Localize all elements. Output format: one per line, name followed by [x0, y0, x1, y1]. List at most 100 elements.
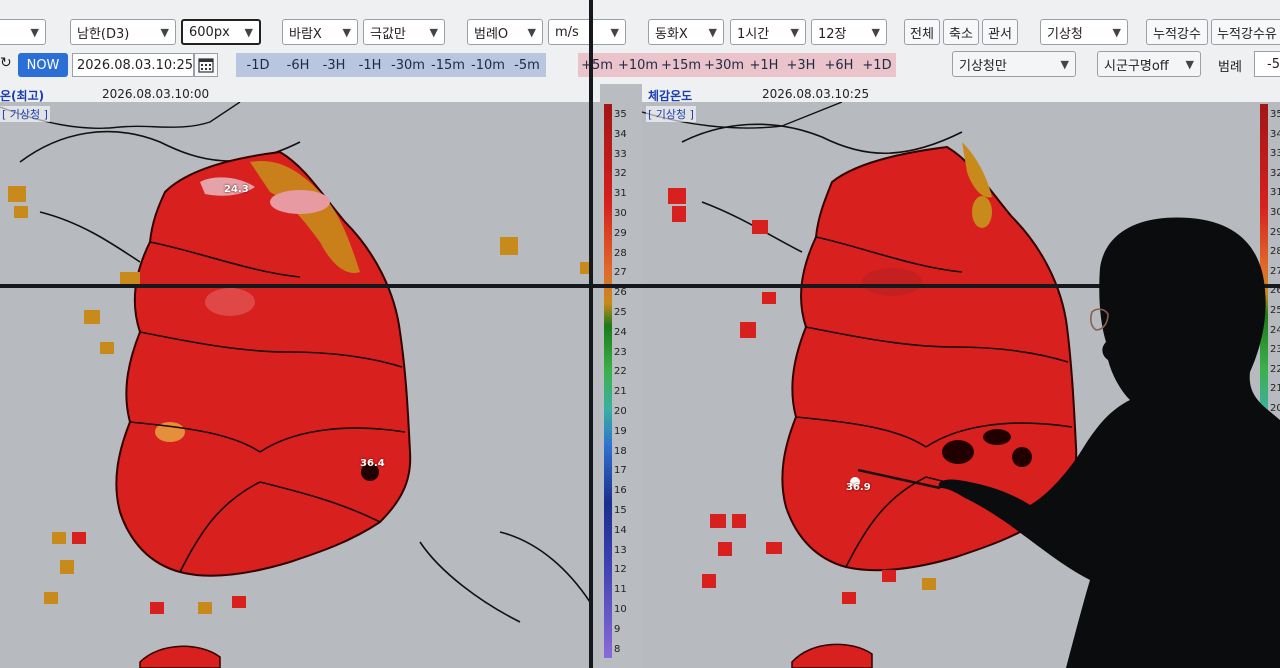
- legend-tick: 27: [614, 267, 627, 279]
- time-step-forward-2[interactable]: +15m: [660, 53, 702, 77]
- top-toolbar: ▼ 남한(D3) ▼ 600px ▼ 바람X ▼ 극값만 ▼ 범례O ▼ m/s ▼ 동화X…: [0, 0, 1280, 48]
- chevron-down-icon: ▼: [610, 25, 619, 39]
- chevron-down-icon: ▼: [871, 25, 880, 39]
- sync-select[interactable]: 동화X ▼: [648, 19, 724, 45]
- legend-tick: 25: [614, 307, 627, 318]
- legend-tick: 30: [1270, 207, 1280, 218]
- left-panel-title: 온(최고): [0, 89, 45, 103]
- size-select[interactable]: 600px ▼: [181, 19, 261, 45]
- station-value-max-right: 36.9: [846, 482, 871, 493]
- legend-tick: 35: [614, 109, 627, 120]
- legend-tick: 35: [1270, 109, 1280, 120]
- time-step-back-7[interactable]: -5m: [508, 53, 546, 77]
- time-step-forward-1[interactable]: +10m: [616, 53, 660, 77]
- chevron-down-icon: ▼: [790, 25, 799, 39]
- district-select[interactable]: 시군구명off ▼: [1097, 51, 1201, 77]
- calendar-icon[interactable]: [194, 53, 218, 77]
- time-step-forward-3[interactable]: +30m: [702, 53, 746, 77]
- chevron-down-icon: ▼: [1185, 57, 1194, 71]
- refresh-icon[interactable]: ↻: [0, 55, 12, 71]
- time-step-forward-6[interactable]: +6H: [820, 53, 858, 77]
- legend-tick: 24: [1270, 324, 1280, 336]
- time-step-back-0[interactable]: -1D: [236, 53, 280, 77]
- map-panel-max-temp: 온(최고) 2026.08.03.10:00 [ 기상청 ] C 24.3 36…: [0, 84, 600, 668]
- legend-tick: 9: [614, 623, 621, 635]
- time-step-back-1[interactable]: -6H: [280, 53, 316, 77]
- wind-select[interactable]: 바람X ▼: [282, 19, 358, 45]
- right-panel-time: 2026.08.03.10:25: [762, 87, 870, 101]
- time-step-back-3[interactable]: -1H: [352, 53, 388, 77]
- legend-tick: 8: [614, 643, 621, 655]
- map-panel-feels-like: 체감온도 2026.08.03.10:25 [ 기상청 ] 36.9: [642, 84, 1280, 668]
- chevron-down-icon: ▼: [30, 25, 39, 39]
- time-step-forward-7[interactable]: +1D: [858, 53, 896, 77]
- legend-tick: 19: [614, 425, 627, 437]
- chevron-down-icon: ▼: [708, 25, 717, 39]
- heat-map-right: [642, 101, 1173, 668]
- minus-time-steps: -1D -6H -3H -1H -30m -15m -10m -5m: [236, 53, 546, 77]
- legend-tick: 10: [614, 604, 627, 615]
- time-step-forward-4[interactable]: +1H: [746, 53, 782, 77]
- legend-tick: 24: [614, 326, 627, 338]
- legend-tick: 22: [614, 366, 627, 378]
- count-select[interactable]: 12장 ▼: [811, 19, 887, 45]
- legend-tick: 29: [1270, 226, 1280, 238]
- legend-tick: 30: [614, 208, 627, 219]
- right-panel-source: [ 기상청 ]: [646, 106, 696, 122]
- accum-rain-button[interactable]: 누적강수: [1146, 19, 1208, 45]
- chevron-down-icon: ▼: [429, 25, 438, 39]
- time-step-back-4[interactable]: -30m: [388, 53, 428, 77]
- region-select[interactable]: 남한(D3) ▼: [70, 19, 176, 45]
- legend-tick: 34: [1270, 128, 1280, 140]
- interval-select[interactable]: 1시간 ▼: [730, 19, 806, 45]
- legend-tick: 21: [614, 386, 627, 398]
- legend-tick: 23: [1270, 344, 1280, 356]
- chevron-down-icon: ▼: [527, 25, 536, 39]
- screen-seam-vertical: [589, 0, 593, 668]
- left-panel-source: [ 기상청 ]: [0, 106, 50, 122]
- time-step-forward-0[interactable]: +5m: [578, 53, 616, 77]
- extreme-select[interactable]: 극값만 ▼: [363, 19, 445, 45]
- legend-tick: 31: [1270, 187, 1280, 199]
- agency-only-select[interactable]: 기상청만 ▼: [952, 51, 1076, 77]
- legend-tick: 16: [614, 485, 627, 497]
- legend-tick: 20: [1270, 403, 1280, 414]
- now-button[interactable]: NOW: [18, 53, 68, 77]
- color-legend-left: 35 34 33 32 31 30 29 28 27 26 25 24 23 22 21 20 19 18 17 16…: [604, 104, 630, 658]
- legend-tick: 33: [614, 148, 627, 160]
- time-step-back-2[interactable]: -3H: [316, 53, 352, 77]
- legend-tick: 13: [614, 544, 627, 556]
- legend-tick: 14: [614, 524, 627, 536]
- map-background: [642, 101, 1280, 668]
- chevron-down-icon: ▼: [342, 25, 351, 39]
- legend-tick: 11: [614, 584, 627, 596]
- time-step-forward-5[interactable]: +3H: [782, 53, 820, 77]
- legend-tick: 23: [614, 346, 627, 358]
- datetime-input[interactable]: 2026.08.03.10:25: [72, 53, 194, 77]
- accum-rain-2-button[interactable]: 누적강수유: [1211, 19, 1280, 45]
- legend-tick: 32: [1270, 167, 1280, 179]
- legend-tick: 27: [1270, 265, 1280, 277]
- time-step-back-5[interactable]: -15m: [428, 53, 468, 77]
- agency-select[interactable]: 기상청 ▼: [1040, 19, 1128, 45]
- all-button[interactable]: 전체: [904, 19, 940, 45]
- chevron-down-icon: ▼: [160, 25, 169, 39]
- legend-tick: 34: [614, 128, 627, 140]
- legend-label: 범례: [1218, 60, 1242, 75]
- legend-tick: 18: [614, 445, 627, 457]
- area-button[interactable]: 관서: [982, 19, 1018, 45]
- color-legend-right: 35 34 33 32 31 30 29 28 27 26 25 24 23 22 21 20 19: [1260, 104, 1280, 444]
- map-background: [0, 101, 600, 668]
- zoom-out-button[interactable]: 축소: [943, 19, 979, 45]
- legend-tick: 22: [1270, 363, 1280, 375]
- time-step-back-6[interactable]: -10m: [468, 53, 508, 77]
- cut-field[interactable]: -5: [1254, 51, 1280, 77]
- legend-tick: 19: [1270, 422, 1280, 434]
- legend-tick: 31: [614, 188, 627, 200]
- legend-bar: [604, 104, 612, 658]
- legend-tick: 33: [1270, 148, 1280, 160]
- legend-select[interactable]: 범례O ▼: [467, 19, 543, 45]
- unit-select[interactable]: m/s ▼: [548, 19, 626, 45]
- left-cut-select[interactable]: ▼: [0, 19, 46, 45]
- screen-seam-horizontal: [0, 284, 1280, 288]
